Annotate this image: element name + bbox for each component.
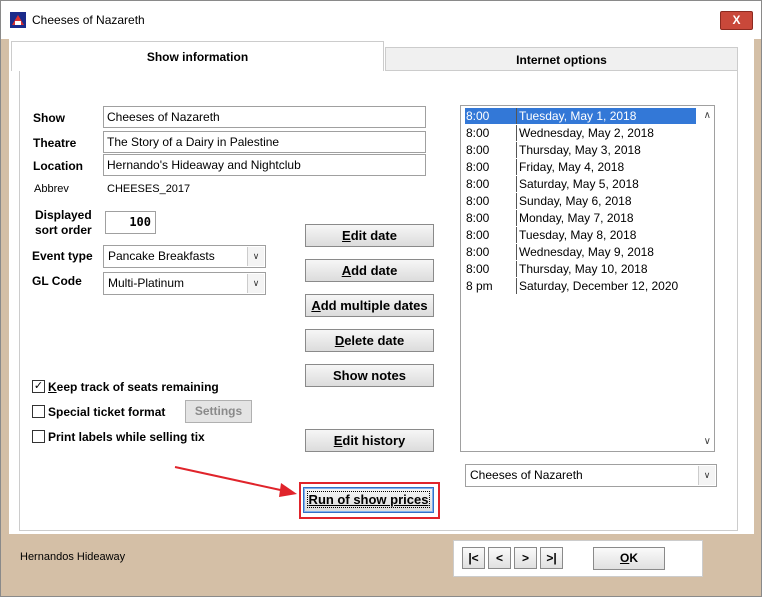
list-item[interactable]: 8:00 Wednesday, May 9, 2018 (464, 244, 696, 260)
gl-code-select[interactable]: Multi-Platinum ∨ (103, 272, 266, 295)
performance-time: 8:00 (466, 228, 490, 242)
performance-date: Monday, May 7, 2018 (516, 210, 634, 226)
performance-time: 8:00 (466, 194, 490, 208)
performance-time: 8:00 (466, 177, 490, 191)
list-item[interactable]: 8:00 Wednesday, May 2, 2018 (464, 125, 696, 141)
last-record-button[interactable]: >| (540, 547, 563, 569)
event-type-select[interactable]: Pancake Breakfasts ∨ (103, 245, 266, 268)
performance-date: Friday, May 4, 2018 (516, 159, 624, 175)
performance-date: Thursday, May 10, 2018 (516, 261, 648, 277)
first-record-button[interactable]: |< (462, 547, 485, 569)
performance-time: 8 pm (466, 279, 493, 293)
list-item[interactable]: 8:00 Tuesday, May 8, 2018 (464, 227, 696, 243)
edit-history-button[interactable]: Edit history (305, 429, 434, 452)
tab-show-information[interactable]: Show information (11, 41, 384, 71)
event-type-value: Pancake Breakfasts (108, 249, 215, 263)
performance-date: Thursday, May 3, 2018 (516, 142, 641, 158)
main-window: Cheeses of Nazareth X Show information I… (0, 0, 762, 597)
show-notes-button[interactable]: Show notes (305, 364, 434, 387)
performance-date: Tuesday, May 1, 2018 (516, 108, 696, 124)
theatre-icon (10, 12, 26, 28)
performance-date: Sunday, May 6, 2018 (516, 193, 632, 209)
theatre-label: Theatre (33, 136, 77, 150)
special-ticket-format-label: Special ticket format (48, 405, 166, 419)
chevron-down-icon[interactable]: ∨ (247, 274, 264, 293)
settings-button: Settings (185, 400, 252, 423)
close-icon: X (732, 13, 741, 27)
chevron-down-icon[interactable]: ∨ (698, 466, 715, 485)
keep-track-seats-checkbox[interactable]: ✓ (32, 380, 45, 393)
next-record-button[interactable]: > (514, 547, 537, 569)
performance-time: 8:00 (466, 126, 490, 140)
keep-track-seats-label: Keep track of seats remaining (48, 380, 219, 394)
print-labels-label: Print labels while selling tix (48, 430, 205, 444)
show-label: Show (33, 111, 65, 125)
location-label: Location (33, 159, 83, 173)
list-item[interactable]: 8:00 Thursday, May 10, 2018 (464, 261, 696, 277)
sort-order-label-line1: Displayed (35, 208, 92, 222)
performance-date: Saturday, May 5, 2018 (516, 176, 639, 192)
prev-record-button[interactable]: < (488, 547, 511, 569)
abbrev-value: CHEESES_2017 (107, 183, 191, 195)
sort-order-field[interactable]: 100 (105, 211, 156, 234)
close-button[interactable]: X (720, 11, 753, 30)
performance-date: Saturday, December 12, 2020 (516, 278, 678, 294)
performance-time: 8:00 (466, 211, 490, 225)
list-item[interactable]: 8 pm Saturday, December 12, 2020 (464, 278, 696, 294)
show-field[interactable]: Cheeses of Nazareth (103, 106, 426, 128)
performance-date: Tuesday, May 8, 2018 (516, 227, 636, 243)
status-text: Hernandos Hideaway (20, 551, 126, 563)
red-arrow-annotation (174, 466, 297, 497)
performance-time: 8:00 (466, 245, 490, 259)
list-item[interactable]: 8:00 Friday, May 4, 2018 (464, 159, 696, 175)
performance-dates-list[interactable]: 8:00 Tuesday, May 1, 2018 8:00 Wednesday, M… (460, 105, 715, 452)
list-item[interactable]: 8:00 Sunday, May 6, 2018 (464, 193, 696, 209)
list-item[interactable]: 8:00 Saturday, May 5, 2018 (464, 176, 696, 192)
window-title: Cheeses of Nazareth (32, 13, 145, 27)
list-item[interactable]: 8:00 Monday, May 7, 2018 (464, 210, 696, 226)
chevron-down-icon[interactable]: ∨ (704, 436, 711, 447)
add-date-button[interactable]: Add date (305, 259, 434, 282)
title-bar[interactable]: Cheeses of Nazareth X (1, 1, 761, 39)
performance-time: 8:00 (466, 262, 490, 276)
delete-date-button[interactable]: Delete date (305, 329, 434, 352)
chevron-down-icon[interactable]: ∨ (247, 247, 264, 266)
show-select[interactable]: Cheeses of Nazareth ∨ (465, 464, 717, 487)
add-multiple-dates-button[interactable]: Add multiple dates (305, 294, 434, 317)
gl-code-label: GL Code (32, 274, 82, 288)
tab-internet-options[interactable]: Internet options (385, 47, 738, 71)
run-of-show-prices-button[interactable]: Run of show prices (303, 487, 434, 513)
print-labels-checkbox[interactable] (32, 430, 45, 443)
theatre-field[interactable]: The Story of a Dairy in Palestine (103, 131, 426, 153)
abbrev-label: Abbrev (34, 183, 69, 195)
event-type-label: Event type (32, 249, 93, 263)
chevron-up-icon[interactable]: ∧ (704, 110, 711, 121)
sort-order-label-line2: sort order (35, 223, 92, 237)
performance-time: 8:00 (465, 108, 516, 124)
show-select-value: Cheeses of Nazareth (470, 468, 583, 482)
gl-code-value: Multi-Platinum (108, 276, 185, 290)
performance-date: Wednesday, May 9, 2018 (516, 244, 654, 260)
performance-date: Wednesday, May 2, 2018 (516, 125, 654, 141)
edit-date-button[interactable]: Edit date (305, 224, 434, 247)
ok-button[interactable]: OK (593, 547, 665, 570)
performance-time: 8:00 (466, 143, 490, 157)
special-ticket-format-checkbox[interactable] (32, 405, 45, 418)
location-field[interactable]: Hernando's Hideaway and Nightclub (103, 154, 426, 176)
list-item[interactable]: 8:00 Thursday, May 3, 2018 (464, 142, 696, 158)
performance-time: 8:00 (466, 160, 490, 174)
list-item[interactable]: 8:00 Tuesday, May 1, 2018 (464, 108, 696, 124)
